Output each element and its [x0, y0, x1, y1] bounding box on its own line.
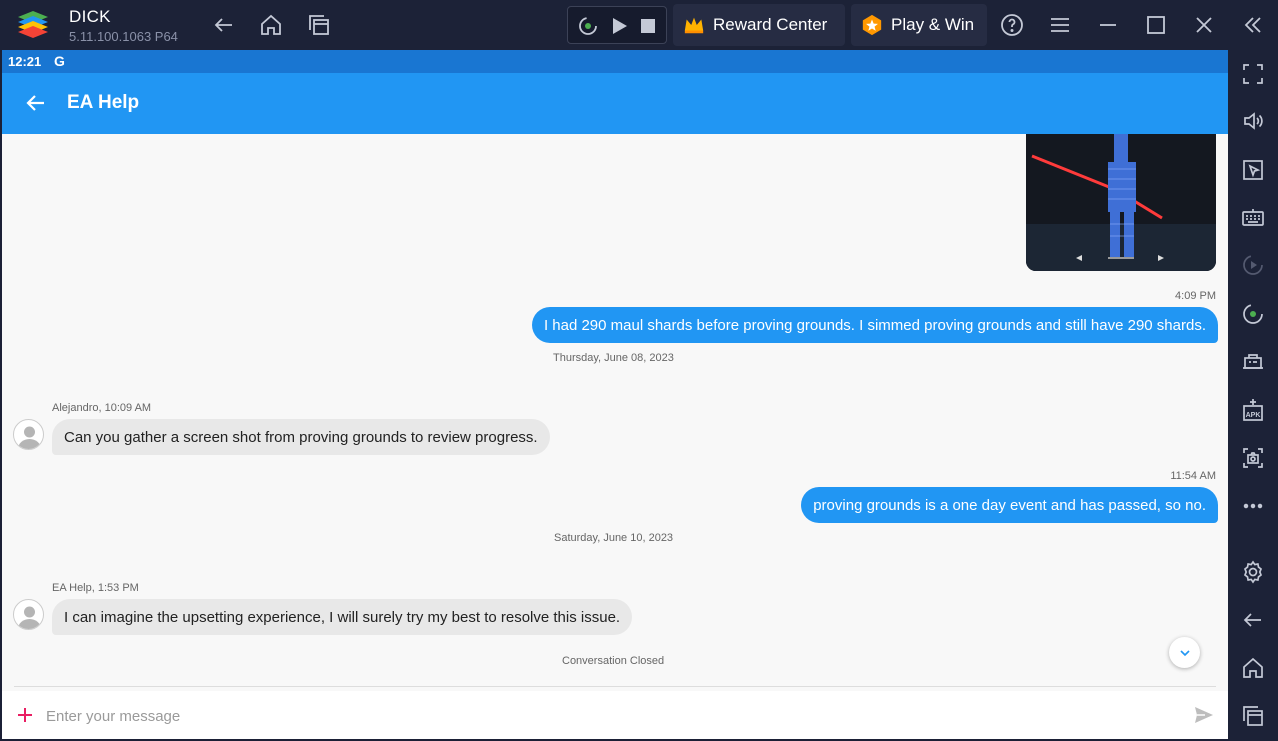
android-recents-icon[interactable]: [1239, 702, 1267, 730]
keyboard-icon[interactable]: [1239, 204, 1267, 232]
page-title: EA Help: [67, 92, 140, 113]
status-time: 12:21: [8, 54, 42, 69]
outgoing-message-bubble[interactable]: proving grounds is a one day event and h…: [801, 487, 1218, 523]
sender-info: Alejandro, 10:09 AM: [52, 402, 152, 414]
svg-text:APK: APK: [1246, 412, 1261, 419]
bluestacks-logo-icon: [14, 9, 52, 41]
emulator-sidebar: APK: [1228, 50, 1278, 741]
avatar: [13, 599, 44, 630]
app-version: 5.11.100.1063 P64: [69, 29, 178, 44]
message-timestamp: 4:09 PM: [1175, 290, 1216, 302]
multi-instance-icon[interactable]: [305, 11, 333, 39]
macro-controls: [567, 6, 667, 44]
incoming-message-bubble[interactable]: I can imagine the upsetting experience, …: [52, 599, 633, 635]
message-timestamp: 11:54 AM: [1170, 470, 1216, 482]
emulator-titlebar: DICK 5.11.100.1063 P64 Reward Center Pla…: [0, 0, 1278, 50]
add-attachment-icon[interactable]: [16, 706, 34, 724]
attached-image[interactable]: [1026, 134, 1216, 271]
toolbar-back-icon[interactable]: [24, 91, 48, 115]
google-icon: G: [54, 53, 65, 69]
play-and-win-label: Play & Win: [891, 15, 975, 34]
star-badge-icon: [862, 14, 882, 36]
maximize-icon[interactable]: [1142, 11, 1170, 39]
stop-icon[interactable]: [634, 12, 662, 40]
crown-icon: [684, 17, 704, 34]
help-icon[interactable]: [998, 11, 1026, 39]
macro-play-icon[interactable]: [1239, 251, 1267, 279]
record-icon[interactable]: [574, 12, 602, 40]
minimize-icon[interactable]: [1094, 11, 1122, 39]
message-composer: [2, 691, 1228, 739]
reward-center-button[interactable]: Reward Center: [673, 4, 845, 46]
close-icon[interactable]: [1190, 11, 1218, 39]
scroll-to-bottom-button[interactable]: [1169, 637, 1200, 668]
settings-icon[interactable]: [1239, 558, 1267, 586]
pointer-icon[interactable]: [1239, 156, 1267, 184]
android-home-icon[interactable]: [1239, 654, 1267, 682]
collapse-sidebar-icon[interactable]: [1239, 11, 1267, 39]
composer-divider: [14, 686, 1216, 687]
performance-icon[interactable]: [1239, 348, 1267, 376]
android-screen: 12:21 G EA Help 4:09 PM I had 290 maul s…: [2, 50, 1228, 739]
apk-install-icon[interactable]: APK: [1239, 396, 1267, 424]
home-icon[interactable]: [257, 11, 285, 39]
chevron-down-icon: [1179, 649, 1190, 656]
app-instance-name: DICK: [69, 7, 111, 26]
more-icon[interactable]: [1239, 492, 1267, 520]
sync-icon[interactable]: [1239, 300, 1267, 328]
date-separator: Thursday, June 08, 2023: [553, 352, 674, 364]
reward-center-label: Reward Center: [713, 15, 828, 34]
back-icon[interactable]: [210, 11, 238, 39]
app-toolbar: EA Help: [2, 73, 1228, 134]
message-input[interactable]: [46, 703, 1176, 729]
android-statusbar: 12:21 G: [2, 50, 1228, 73]
play-and-win-button[interactable]: Play & Win: [851, 4, 987, 46]
screenshot-icon[interactable]: [1239, 444, 1267, 472]
menu-icon[interactable]: [1046, 11, 1074, 39]
fullscreen-icon[interactable]: [1239, 60, 1267, 88]
outgoing-message-bubble[interactable]: I had 290 maul shards before proving gro…: [531, 307, 1218, 343]
volume-icon[interactable]: [1239, 107, 1267, 135]
avatar: [13, 419, 44, 450]
send-icon[interactable]: [1192, 703, 1216, 727]
date-separator: Saturday, June 10, 2023: [554, 532, 674, 544]
conversation-status: Conversation Closed: [562, 655, 665, 667]
android-back-icon[interactable]: [1239, 606, 1267, 634]
play-icon[interactable]: [605, 12, 633, 40]
sender-info: EA Help, 1:53 PM: [52, 582, 139, 594]
incoming-message-bubble[interactable]: Can you gather a screen shot from provin…: [52, 419, 550, 455]
